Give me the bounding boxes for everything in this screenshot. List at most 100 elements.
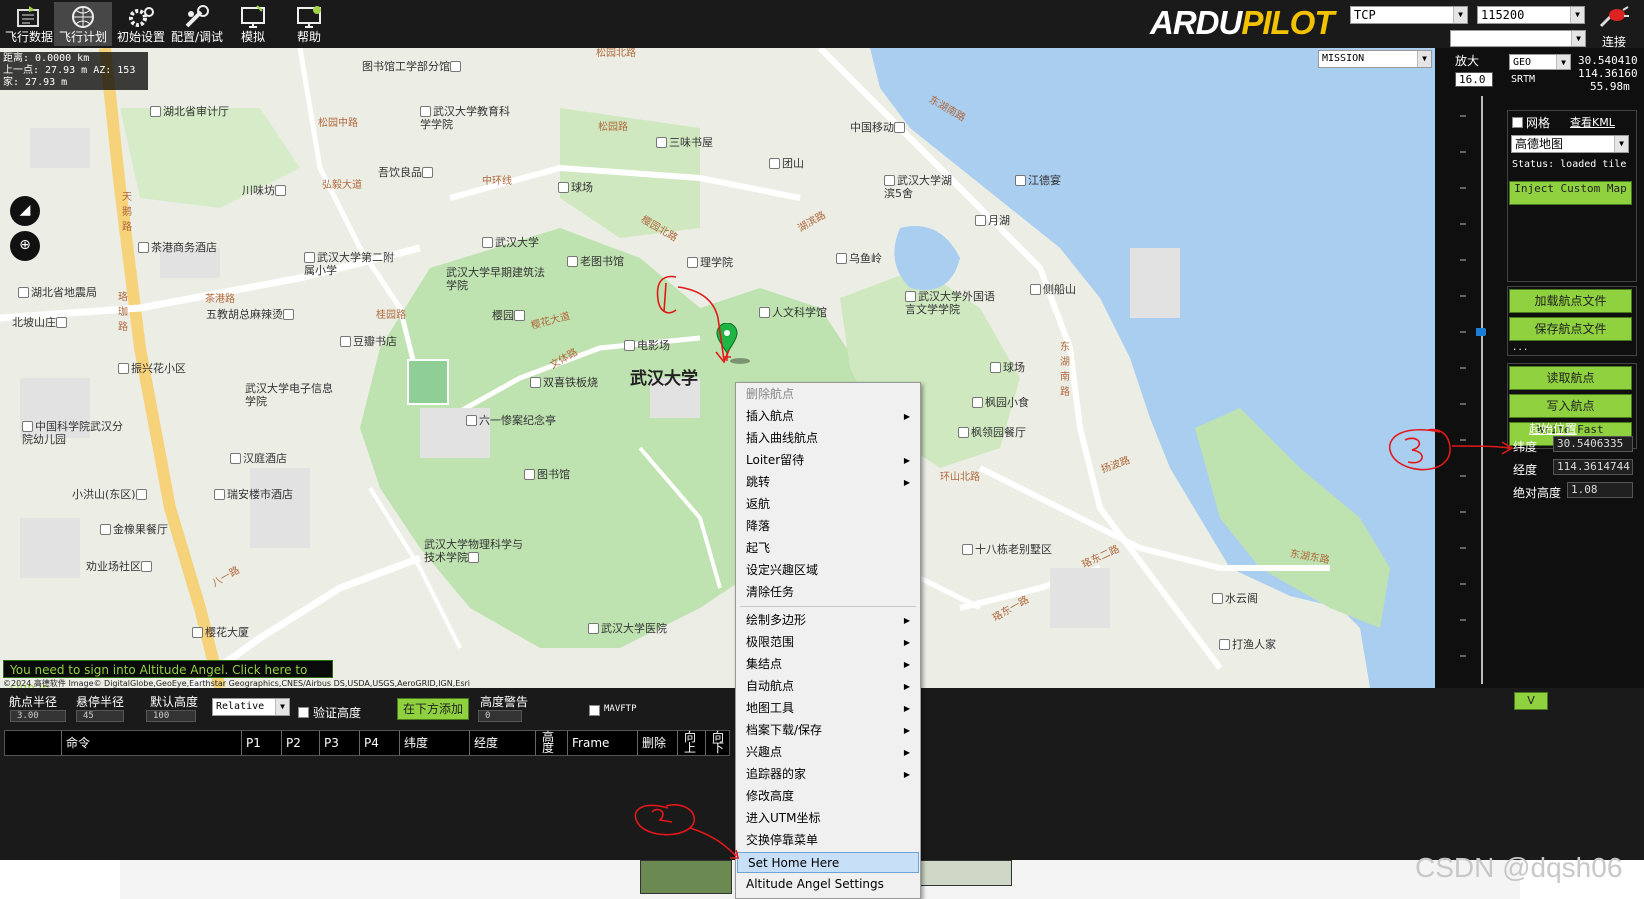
menu-item-rally-points[interactable]: 集结点 ▶ xyxy=(736,654,920,675)
save-waypoints-button[interactable]: 保存航点文件 xyxy=(1509,317,1632,341)
zoom-slider[interactable] xyxy=(1476,96,1486,686)
collapse-button[interactable]: V xyxy=(1514,692,1548,710)
view-kml-link[interactable]: 查看KML xyxy=(1570,114,1615,130)
grid-checkbox[interactable] xyxy=(1512,117,1523,128)
menu-item-set-roi[interactable]: 设定兴趣区域 xyxy=(736,560,920,581)
help-label: 帮助 xyxy=(296,30,321,44)
verify-alt-label: 验证高度 xyxy=(313,706,362,720)
waypoint-file-box: 加载航点文件 保存航点文件 ... xyxy=(1507,286,1637,356)
submenu-arrow-icon: ▶ xyxy=(903,726,910,735)
poi-label: 武汉大学早期建筑法学院 xyxy=(446,266,545,292)
verify-alt-checkbox[interactable] xyxy=(298,707,309,718)
inject-custom-map-button[interactable]: Inject Custom Map xyxy=(1509,181,1632,205)
poi-label: 湖北省地震局 xyxy=(18,286,97,299)
menu-item-map-tools[interactable]: 地图工具 ▶ xyxy=(736,698,920,719)
menu-item-tracker-home[interactable]: 追踪器的家 ▶ xyxy=(736,764,920,785)
menu-item-loiter[interactable]: Loiter留待 ▶ xyxy=(736,450,920,471)
coord-mode-select[interactable]: GEO ▼ xyxy=(1509,54,1571,70)
poi-label: 十八栋老别墅区 xyxy=(962,543,1052,556)
menu-item-rtl[interactable]: 返航 xyxy=(736,494,920,515)
load-waypoints-button[interactable]: 加载航点文件 xyxy=(1509,289,1632,313)
home-alt-input[interactable]: 1.08 xyxy=(1567,482,1633,498)
poi-label: 中国科学院武汉分院幼儿园 xyxy=(22,420,123,446)
config-tuning-tab[interactable]: 配置/调试 xyxy=(168,2,226,46)
home-distance-line: 家: 27.93 m xyxy=(3,77,68,88)
baud-rate-select[interactable]: 115200 ▼ xyxy=(1477,6,1585,24)
home-lng-input[interactable]: 114.3614744 xyxy=(1553,459,1633,475)
menu-item-takeoff[interactable]: 起飞 xyxy=(736,538,920,559)
menu-item-draw-polygon[interactable]: 绘制多边形 ▶ xyxy=(736,610,920,631)
flight-data-tab[interactable]: 飞行数据 xyxy=(0,2,58,46)
connect-button[interactable]: 连接 xyxy=(1590,6,1638,49)
menu-item-file-load-save[interactable]: 档案下载/保存 ▶ xyxy=(736,720,920,741)
road-label: 环山北路 xyxy=(940,472,980,483)
poi-label: 武汉大学医院 xyxy=(588,622,667,635)
menu-item-auto-wp[interactable]: 自动航点 ▶ xyxy=(736,676,920,697)
chevron-down-icon: ▼ xyxy=(1614,136,1628,152)
link-type-select[interactable]: TCP ▼ xyxy=(1350,6,1468,24)
menu-item-land[interactable]: 降落 xyxy=(736,516,920,537)
loiter-radius-input[interactable]: 45 xyxy=(76,710,124,722)
wp-radius-input[interactable]: 3.00 xyxy=(10,710,66,722)
road-label: 松园北路 xyxy=(596,48,636,59)
submenu-arrow-icon: ▶ xyxy=(903,412,910,421)
menu-item-altitude-angel-settings[interactable]: Altitude Angel Settings xyxy=(736,874,920,895)
menu-item-insert-spline[interactable]: 插入曲线航点 xyxy=(736,428,920,449)
poi-label: 枫园小食 xyxy=(972,396,1029,409)
map-view[interactable]: 图书馆工学部分馆 湖北省审计厅 武汉大学教育科学学院 中国移动 三味书屋 团山 … xyxy=(0,48,1435,688)
menu-item-poi[interactable]: 兴趣点 ▶ xyxy=(736,742,920,763)
default-alt-input[interactable]: 100 xyxy=(146,710,196,722)
loiter-radius-label: 悬停半径 xyxy=(76,695,125,709)
chevron-down-icon: ▼ xyxy=(275,699,289,715)
poi-label: 电影场 xyxy=(624,339,670,352)
compass-icon[interactable]: ◢ xyxy=(10,196,40,226)
building xyxy=(1050,568,1110,628)
mission-type-value: MISSION xyxy=(1322,53,1365,64)
home-lat-label: 纬度 xyxy=(1513,440,1538,454)
simulation-tab[interactable]: 模拟 xyxy=(224,2,282,46)
menu-separator xyxy=(740,606,916,607)
srtm-alt-value: 55.98m xyxy=(1590,80,1630,93)
zoom-slider-thumb[interactable] xyxy=(1476,328,1486,336)
submenu-arrow-icon: ▶ xyxy=(903,770,910,779)
menu-item-insert-wp[interactable]: 插入航点 ▶ xyxy=(736,406,920,427)
submenu-arrow-icon: ▶ xyxy=(903,478,910,487)
mission-type-select[interactable]: MISSION ▼ xyxy=(1318,50,1432,68)
help-tab[interactable]: 帮助 xyxy=(280,2,338,46)
col-p3: P3 xyxy=(319,731,359,755)
menu-item-geofence[interactable]: 极限范围 ▶ xyxy=(736,632,920,653)
zoom-input[interactable]: 16.0 xyxy=(1455,72,1493,87)
menu-item-jump[interactable]: 跳转 ▶ xyxy=(736,472,920,493)
menu-item-swap-dock[interactable]: 交换停靠菜单 xyxy=(736,830,920,851)
distance-info-box: 距离: 0.0000 km 上一点: 27.93 m AZ: 153 家: 27… xyxy=(0,52,148,90)
alt-warning-input[interactable]: 0 xyxy=(478,710,522,722)
flight-plan-tab[interactable]: 飞行计划 xyxy=(54,2,112,46)
home-marker-icon[interactable] xyxy=(715,323,755,367)
write-waypoints-button[interactable]: 写入航点 xyxy=(1509,394,1632,418)
alt-warning-label: 高度警告 xyxy=(480,695,529,709)
zoom-in-icon[interactable]: ⊕ xyxy=(10,231,40,261)
flight-data-label: 飞行数据 xyxy=(4,30,53,44)
poi-label: 武汉大学 xyxy=(482,236,539,249)
poi-label: 汉庭酒店 xyxy=(230,452,287,465)
altitude-angel-banner[interactable]: You need to sign into Altitude Angel. Cl… xyxy=(3,660,333,695)
config-tuning-icon xyxy=(185,5,209,28)
port-select[interactable]: ▼ xyxy=(1450,30,1586,47)
menu-item-set-home-here[interactable]: Set Home Here xyxy=(737,852,919,873)
menu-item-delete-wp[interactable]: 删除航点 xyxy=(736,384,920,405)
menu-item-clear-mission[interactable]: 清除任务 xyxy=(736,582,920,603)
map-provider-select[interactable]: 高德地图 ▼ xyxy=(1511,135,1629,153)
chevron-down-icon: ▼ xyxy=(1571,31,1585,46)
read-waypoints-button[interactable]: 读取航点 xyxy=(1509,366,1632,390)
initial-setup-tab[interactable]: 初始设置 xyxy=(112,2,170,46)
poi-label: 打渔人家 xyxy=(1219,638,1276,651)
menu-item-enter-utm[interactable]: 进入UTM坐标 xyxy=(736,808,920,829)
menu-item-modify-alt[interactable]: 修改高度 xyxy=(736,786,920,807)
mavftp-checkbox[interactable] xyxy=(589,705,600,716)
poi-label: 吾饮良品 xyxy=(378,166,435,179)
poi-label: 月湖 xyxy=(975,214,1010,227)
alt-frame-select[interactable]: Relative ▼ xyxy=(212,698,290,716)
home-lat-input[interactable]: 30.5406335 xyxy=(1553,436,1633,452)
submenu-arrow-icon: ▶ xyxy=(903,682,910,691)
add-below-button[interactable]: 在下方添加 xyxy=(397,698,469,720)
